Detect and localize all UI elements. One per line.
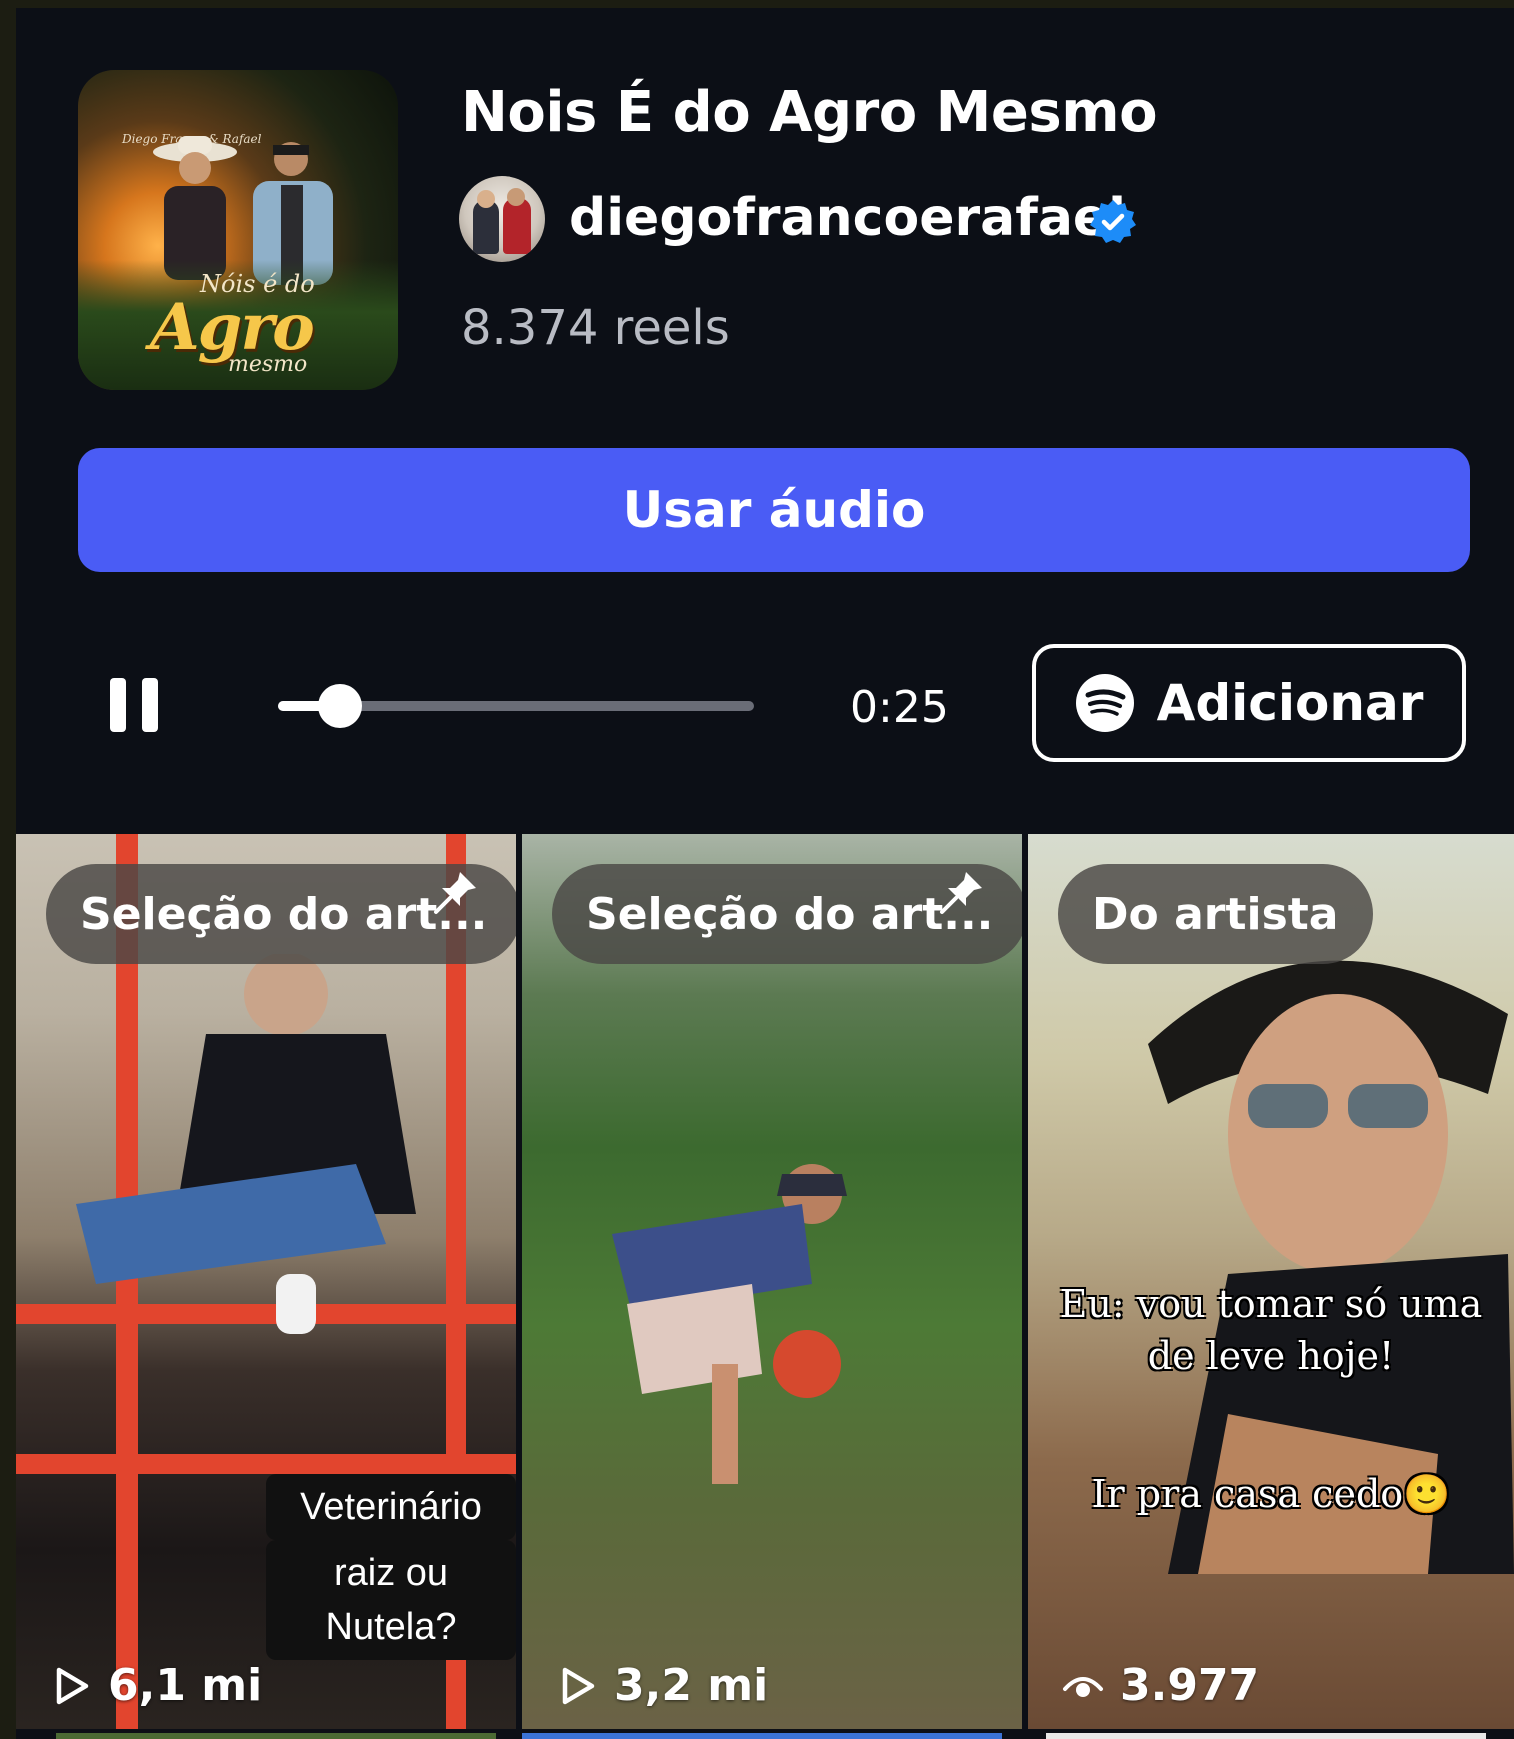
reel1-person: [76, 954, 416, 1334]
reel-caption: Eu: vou tomar só uma de leve hoje! Ir pr…: [1059, 1282, 1483, 1516]
pin-icon: [434, 872, 476, 914]
audio-title: Nois É do Agro Mesmo: [461, 80, 1158, 145]
album-cover[interactable]: Diego Franco & Rafael Nóis é do Agro mes…: [78, 70, 398, 390]
play-icon: [56, 1667, 89, 1704]
audio-progress-slider[interactable]: [278, 684, 754, 728]
progress-thumb[interactable]: [317, 684, 362, 728]
play-icon: [562, 1667, 595, 1704]
add-to-spotify-button[interactable]: Adicionar: [1032, 644, 1466, 762]
audio-page: Diego Franco & Rafael Nóis é do Agro mes…: [16, 8, 1514, 1739]
reel-thumbnail-3[interactable]: Do artista Eu: vou tomar só uma de leve …: [1028, 834, 1514, 1729]
verified-badge-icon: [1090, 200, 1136, 243]
cover-person-left: [153, 136, 237, 280]
pin-icon: [940, 872, 982, 914]
artist-avatar[interactable]: [459, 176, 545, 262]
playback-time: 0:25: [850, 682, 949, 733]
view-count: 3,2 mi: [556, 1660, 768, 1711]
view-count: 3.977: [1062, 1660, 1259, 1711]
eye-icon: [1063, 1676, 1103, 1697]
use-audio-button[interactable]: Usar áudio: [78, 448, 1470, 572]
spotify-icon: [1075, 674, 1134, 732]
pause-button[interactable]: [110, 678, 158, 732]
reels-count: 8.374 reels: [461, 300, 730, 356]
reel-thumbnail-2[interactable]: Seleção do art... 3,2 mi: [522, 834, 1022, 1729]
artist-username[interactable]: diegofrancoerafael: [569, 188, 1126, 248]
cover-title-line3: mesmo: [228, 352, 308, 377]
add-button-label: Adicionar: [1156, 674, 1424, 732]
pause-icon: [110, 678, 126, 732]
reel-caption: Veterinário raiz ou Nutela?: [266, 1474, 516, 1660]
reel-badge: Do artista: [1058, 864, 1373, 964]
view-count: 6,1 mi: [50, 1660, 262, 1711]
reel-thumbnail-1[interactable]: Seleção do art... Veterinário raiz ou Nu…: [16, 834, 516, 1729]
reel2-person: [612, 1164, 847, 1484]
next-row-preview: [56, 1733, 496, 1739]
